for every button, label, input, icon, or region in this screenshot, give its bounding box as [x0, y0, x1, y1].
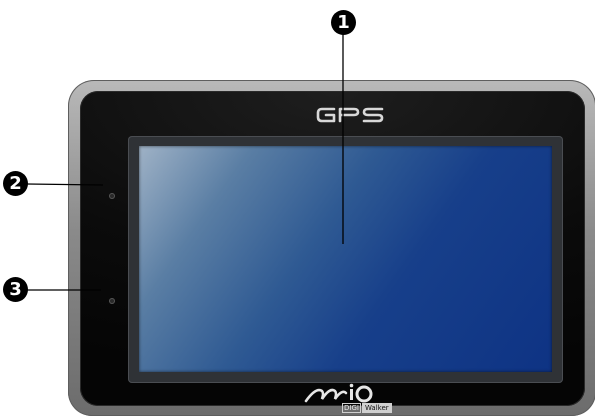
callout-line-2 [26, 183, 104, 186]
callout-3: 3 [3, 277, 28, 302]
callout-lines [26, 30, 344, 291]
callout-1: 1 [331, 10, 356, 35]
callout-2: 2 [3, 171, 28, 196]
